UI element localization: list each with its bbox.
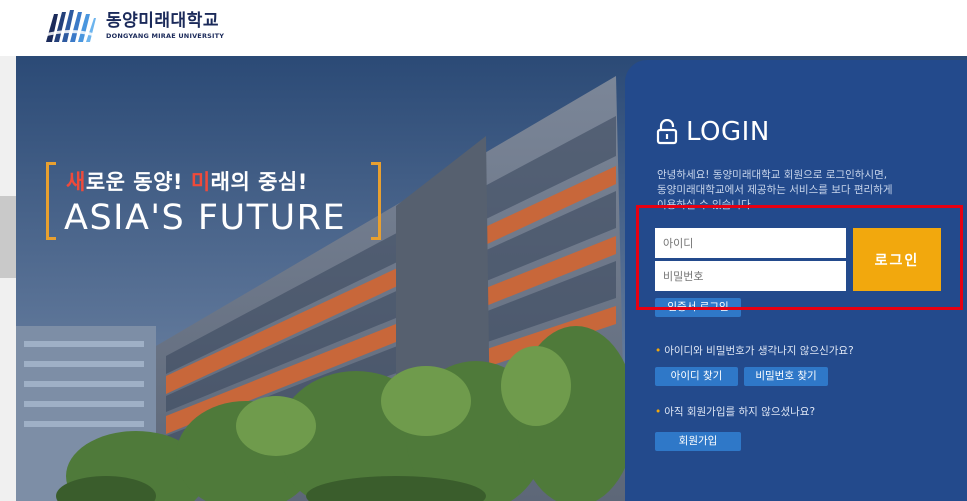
forgot-credentials-text: • 아이디와 비밀번호가 생각나지 않으신가요? bbox=[655, 343, 854, 358]
join-prompt-label: 아직 회원가입를 하지 않으셨나요? bbox=[664, 406, 816, 418]
slogan-highlight-2: 미 bbox=[190, 170, 211, 194]
slogan-highlight-1: 새 bbox=[66, 170, 86, 194]
logo-english-name: DONGYANG MIRAE UNIVERSITY bbox=[106, 32, 225, 40]
hero-slogan: 새로운 동양! 미래의 중심! ASIA'S FUTURE bbox=[46, 162, 381, 240]
join-prompt-text: • 아직 회원가입를 하지 않으셨나요? bbox=[655, 404, 815, 419]
login-page: 동양미래대학교 DONGYANG MIRAE UNIVERSITY 새로운 동양… bbox=[0, 0, 967, 501]
bullet-icon: • bbox=[655, 406, 662, 418]
logo-korean-name: 동양미래대학교 bbox=[106, 11, 219, 31]
lock-icon bbox=[656, 119, 678, 145]
university-logo[interactable]: 동양미래대학교 DONGYANG MIRAE UNIVERSITY bbox=[44, 8, 224, 44]
forgot-credentials-label: 아이디와 비밀번호가 생각나지 않으신가요? bbox=[664, 345, 854, 357]
slogan-text-1: 로운 동양! bbox=[85, 170, 191, 194]
university-logo-icon bbox=[44, 10, 96, 42]
slogan-bracket-right bbox=[371, 162, 381, 240]
slogan-korean: 새로운 동양! 미래의 중심! bbox=[66, 166, 308, 196]
slogan-text-2: 래의 중심! bbox=[210, 170, 308, 194]
login-title: LOGIN bbox=[686, 117, 770, 147]
login-desc-line: 안녕하세요! 동양미래대학교 회원으로 로그인하시면, bbox=[657, 169, 888, 181]
join-button[interactable]: 회원가입 bbox=[655, 432, 741, 451]
find-password-button[interactable]: 비밀번호 찾기 bbox=[744, 367, 828, 386]
slogan-english: ASIA'S FUTURE bbox=[64, 198, 347, 238]
slogan-bracket-left bbox=[46, 162, 56, 240]
login-heading: LOGIN bbox=[656, 117, 770, 147]
login-desc-line: 동양미래대학교에서 제공하는 서비스를 보다 편리하게 bbox=[657, 184, 893, 196]
find-id-button[interactable]: 아이디 찾기 bbox=[655, 367, 738, 386]
left-edge-tab bbox=[0, 196, 16, 278]
header: 동양미래대학교 DONGYANG MIRAE UNIVERSITY bbox=[0, 0, 967, 56]
login-highlight-box bbox=[636, 205, 963, 310]
bullet-icon: • bbox=[655, 345, 662, 357]
